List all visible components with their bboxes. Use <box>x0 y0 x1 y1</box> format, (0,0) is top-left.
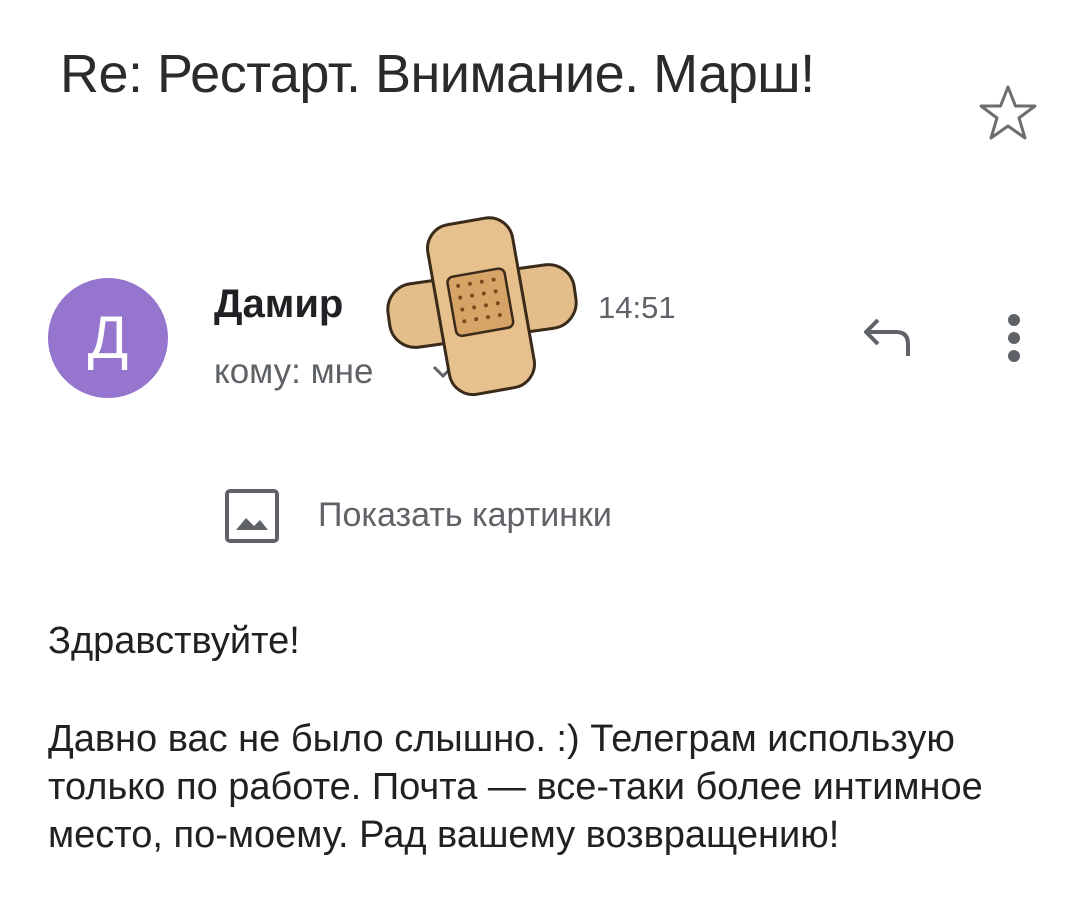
sender-avatar[interactable]: Д <box>48 278 168 398</box>
recipients-line[interactable]: кому: мне <box>214 352 373 392</box>
bandage-sticker <box>386 216 578 397</box>
message-time: 14:51 <box>598 290 676 325</box>
sender-name[interactable]: Дамир <box>214 282 343 327</box>
email-subject: Re: Рестарт. Внимание. Марш! <box>60 44 815 104</box>
more-vert-icon[interactable] <box>994 308 1034 368</box>
image-icon[interactable] <box>224 488 280 544</box>
show-images-button[interactable]: Показать картинки <box>318 496 612 535</box>
email-body-text: Давно вас не было слышно. :) Телеграм ис… <box>48 718 983 856</box>
reply-icon[interactable] <box>860 312 916 360</box>
star-icon[interactable] <box>976 82 1040 146</box>
email-body-greeting: Здравствуйте! <box>48 620 300 662</box>
